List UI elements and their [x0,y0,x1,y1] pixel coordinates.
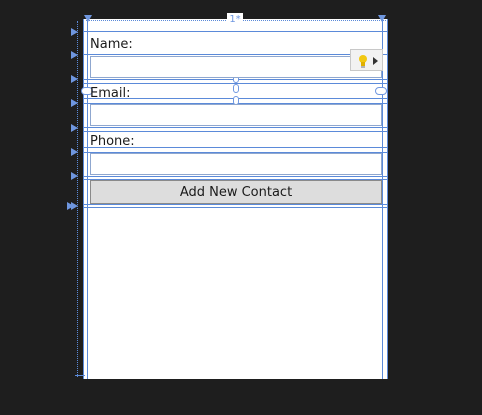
column-marker-icon[interactable] [84,15,92,22]
row-guide-13 [83,204,388,205]
row-marker-icon[interactable] [71,202,78,210]
row-guide-1 [83,31,388,32]
row-marker-icon[interactable] [71,51,78,59]
margin-chain-icon[interactable] [233,84,239,93]
column-size-label[interactable]: 1* [227,13,243,27]
row-marker-icon[interactable] [71,172,78,180]
row-marker-icon[interactable] [71,75,78,83]
ruler-end-tick [75,375,85,376]
row-guide-8 [83,131,388,132]
row-marker-icon[interactable] [71,28,78,36]
add-new-contact-button[interactable]: Add New Contact [90,180,382,204]
grid-left-guide [87,19,88,379]
margin-link-right-icon[interactable] [375,87,387,95]
email-textbox[interactable] [90,104,382,126]
phone-textbox[interactable] [90,153,382,175]
quick-actions-tag[interactable] [350,49,383,71]
row-marker-icon[interactable] [71,124,78,132]
row-guide-2 [83,54,388,55]
row-guide-7 [83,127,388,128]
column-marker-icon[interactable] [378,15,386,22]
grid-right-guide [382,19,383,379]
row-guide-14 [83,207,388,208]
triangle-right-icon [373,57,378,65]
row-marker-icon[interactable] [71,148,78,156]
name-label: Name: [90,37,133,52]
surface-right-edge [387,19,388,379]
name-textbox[interactable] [90,56,382,78]
phone-label: Phone: [90,134,135,149]
email-label: Email: [90,86,131,101]
row-guide-11 [83,176,388,177]
row-marker-icon[interactable] [71,99,78,107]
surface-left-edge [83,19,84,379]
lightbulb-icon [359,55,367,68]
